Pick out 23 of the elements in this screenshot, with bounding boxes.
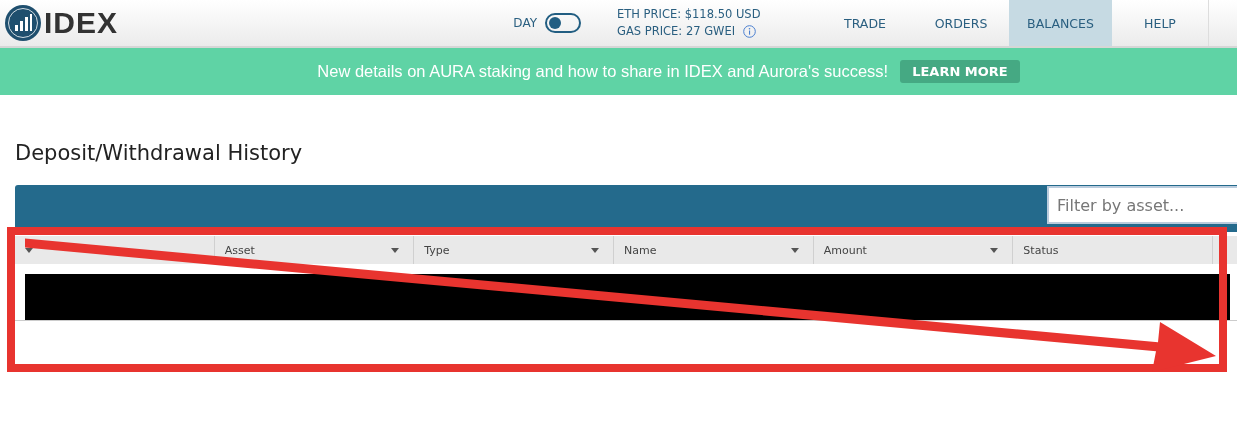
theme-toggle[interactable] bbox=[545, 13, 581, 33]
nav-tab[interactable]: HELP bbox=[1112, 0, 1208, 46]
filter-field[interactable]: Filter by asset... bbox=[1047, 186, 1237, 224]
caret-icon bbox=[391, 247, 400, 253]
logo-icon bbox=[4, 4, 42, 42]
column-header[interactable]: Type bbox=[414, 236, 614, 264]
nav-tab[interactable]: ORDERS bbox=[913, 0, 1009, 46]
column-header[interactable]: Amount bbox=[813, 236, 1014, 264]
nav-tab[interactable]: BALANCES bbox=[1009, 0, 1112, 46]
logo-text: IDEX bbox=[44, 6, 119, 40]
info-icon[interactable] bbox=[743, 25, 757, 38]
column-header[interactable]: Name bbox=[614, 236, 814, 264]
column-header[interactable]: Status bbox=[1013, 236, 1214, 264]
caret-icon bbox=[790, 247, 799, 253]
caret-icon bbox=[591, 247, 599, 253]
theme-label: DAY bbox=[513, 16, 537, 30]
gas-price: GAS PRICE: 27 GWEI bbox=[617, 23, 736, 40]
caret-icon bbox=[990, 247, 999, 253]
page-title: Deposit/Withdrawal History bbox=[15, 141, 304, 167]
eth-price: ETH PRICE: $118.50 USD bbox=[617, 6, 762, 23]
nav-tab[interactable]: TRADE bbox=[817, 0, 913, 46]
banner-text: New details on AURA staking and how to share in IDEX and Aurora's success! bbox=[317, 62, 889, 81]
caret-icon bbox=[25, 247, 33, 253]
